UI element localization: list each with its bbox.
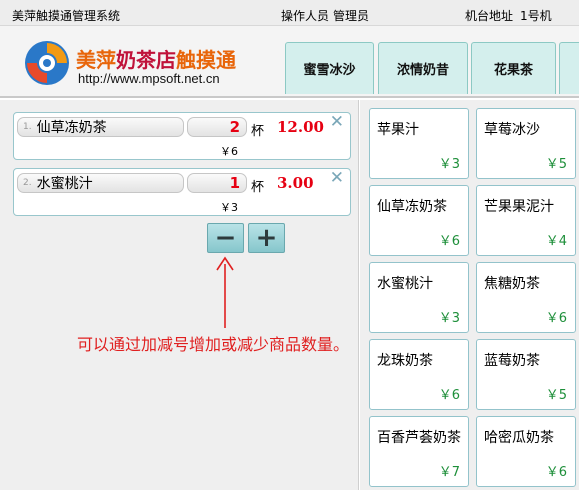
tab-nongqing-naixi[interactable]: 浓情奶昔 [378, 42, 468, 94]
product-price: ￥3 [438, 311, 460, 326]
product-name: 百香芦荟奶茶 [377, 430, 461, 446]
order-item-unit: 杯 [251, 180, 265, 195]
order-item-name: 1. 仙草冻奶茶 [17, 117, 184, 137]
product-price: ￥3 [438, 157, 460, 172]
order-item-name: 2. 水蜜桃汁 [17, 173, 184, 193]
product-tile[interactable]: 焦糖奶茶 ￥6 [476, 262, 576, 333]
header: 美萍奶茶店触摸通 http://www.mpsoft.net.cn 蜜雪冰沙 浓… [0, 26, 579, 98]
product-name: 蓝莓奶茶 [484, 353, 540, 369]
terminal-value: 1号机 [520, 9, 552, 23]
tab-more[interactable] [559, 42, 579, 94]
product-name: 草莓冰沙 [484, 122, 540, 138]
brand-url: http://www.mpsoft.net.cn [78, 71, 220, 86]
arrow-up-icon [216, 256, 234, 328]
product-price: ￥6 [438, 388, 460, 403]
increase-quantity-button[interactable]: + [248, 223, 285, 253]
tab-huaguo-cha[interactable]: 花果茶 [471, 42, 556, 94]
order-item-unit-price: ￥6 [220, 145, 238, 158]
product-price: ￥7 [438, 465, 460, 480]
close-icon[interactable]: ✕ [330, 169, 344, 187]
product-price: ￥5 [545, 157, 567, 172]
order-item-unit-price: ￥3 [220, 201, 238, 214]
order-item-quantity[interactable]: 1 [187, 173, 247, 193]
decrease-quantity-button[interactable]: − [207, 223, 244, 253]
brand-logo-icon [25, 41, 69, 85]
order-item[interactable]: 1. 仙草冻奶茶 2 杯 12.00 ￥6 ✕ [13, 112, 351, 160]
annotation-text: 可以通过加减号增加或减少商品数量。 [77, 335, 350, 354]
product-name: 龙珠奶茶 [377, 353, 433, 369]
product-tile[interactable]: 龙珠奶茶 ￥6 [369, 339, 469, 410]
product-tile[interactable]: 苹果汁 ￥3 [369, 108, 469, 179]
order-item-quantity[interactable]: 2 [187, 117, 247, 137]
product-tile[interactable]: 百香芦荟奶茶 ￥7 [369, 416, 469, 487]
order-panel: 1. 仙草冻奶茶 2 杯 12.00 ￥6 ✕ 2. 水蜜桃汁 1 杯 3.00 ￥… [0, 100, 359, 490]
product-price: ￥6 [438, 234, 460, 249]
order-item-subtotal: 3.00 [277, 174, 314, 192]
tab-mixue-bingsha[interactable]: 蜜雪冰沙 [285, 42, 374, 94]
product-name: 焦糖奶茶 [484, 276, 540, 292]
product-name: 水蜜桃汁 [377, 276, 433, 292]
product-price: ￥6 [545, 465, 567, 480]
product-name: 仙草冻奶茶 [377, 199, 447, 215]
product-price: ￥6 [545, 311, 567, 326]
product-name: 哈密瓜奶茶 [484, 430, 554, 446]
product-name: 芒果果泥汁 [484, 199, 554, 215]
product-name: 苹果汁 [377, 122, 419, 138]
terminal-label: 机台地址 [465, 9, 514, 23]
system-name: 美萍触摸通管理系统 [12, 9, 121, 23]
operator-label: 操作人员 [281, 9, 330, 23]
order-item[interactable]: 2. 水蜜桃汁 1 杯 3.00 ￥3 ✕ [13, 168, 351, 216]
brand-name: 美萍奶茶店触摸通 [76, 48, 236, 72]
order-item-unit: 杯 [251, 124, 265, 139]
product-tile[interactable]: 哈密瓜奶茶 ￥6 [476, 416, 576, 487]
product-panel: 苹果汁 ￥3 草莓冰沙 ￥5 仙草冻奶茶 ￥6 芒果果泥汁 ￥4 水蜜桃汁 ￥3… [360, 100, 579, 490]
status-bar: 美萍触摸通管理系统 操作人员 管理员 机台地址 1号机 [0, 0, 579, 26]
operator-value: 管理员 [333, 9, 370, 23]
product-tile[interactable]: 草莓冰沙 ￥5 [476, 108, 576, 179]
product-price: ￥4 [545, 234, 567, 249]
product-tile[interactable]: 蓝莓奶茶 ￥5 [476, 339, 576, 410]
order-item-subtotal: 12.00 [277, 118, 324, 136]
close-icon[interactable]: ✕ [330, 113, 344, 131]
product-tile[interactable]: 水蜜桃汁 ￥3 [369, 262, 469, 333]
product-tile[interactable]: 芒果果泥汁 ￥4 [476, 185, 576, 256]
product-tile[interactable]: 仙草冻奶茶 ￥6 [369, 185, 469, 256]
product-price: ￥5 [545, 388, 567, 403]
